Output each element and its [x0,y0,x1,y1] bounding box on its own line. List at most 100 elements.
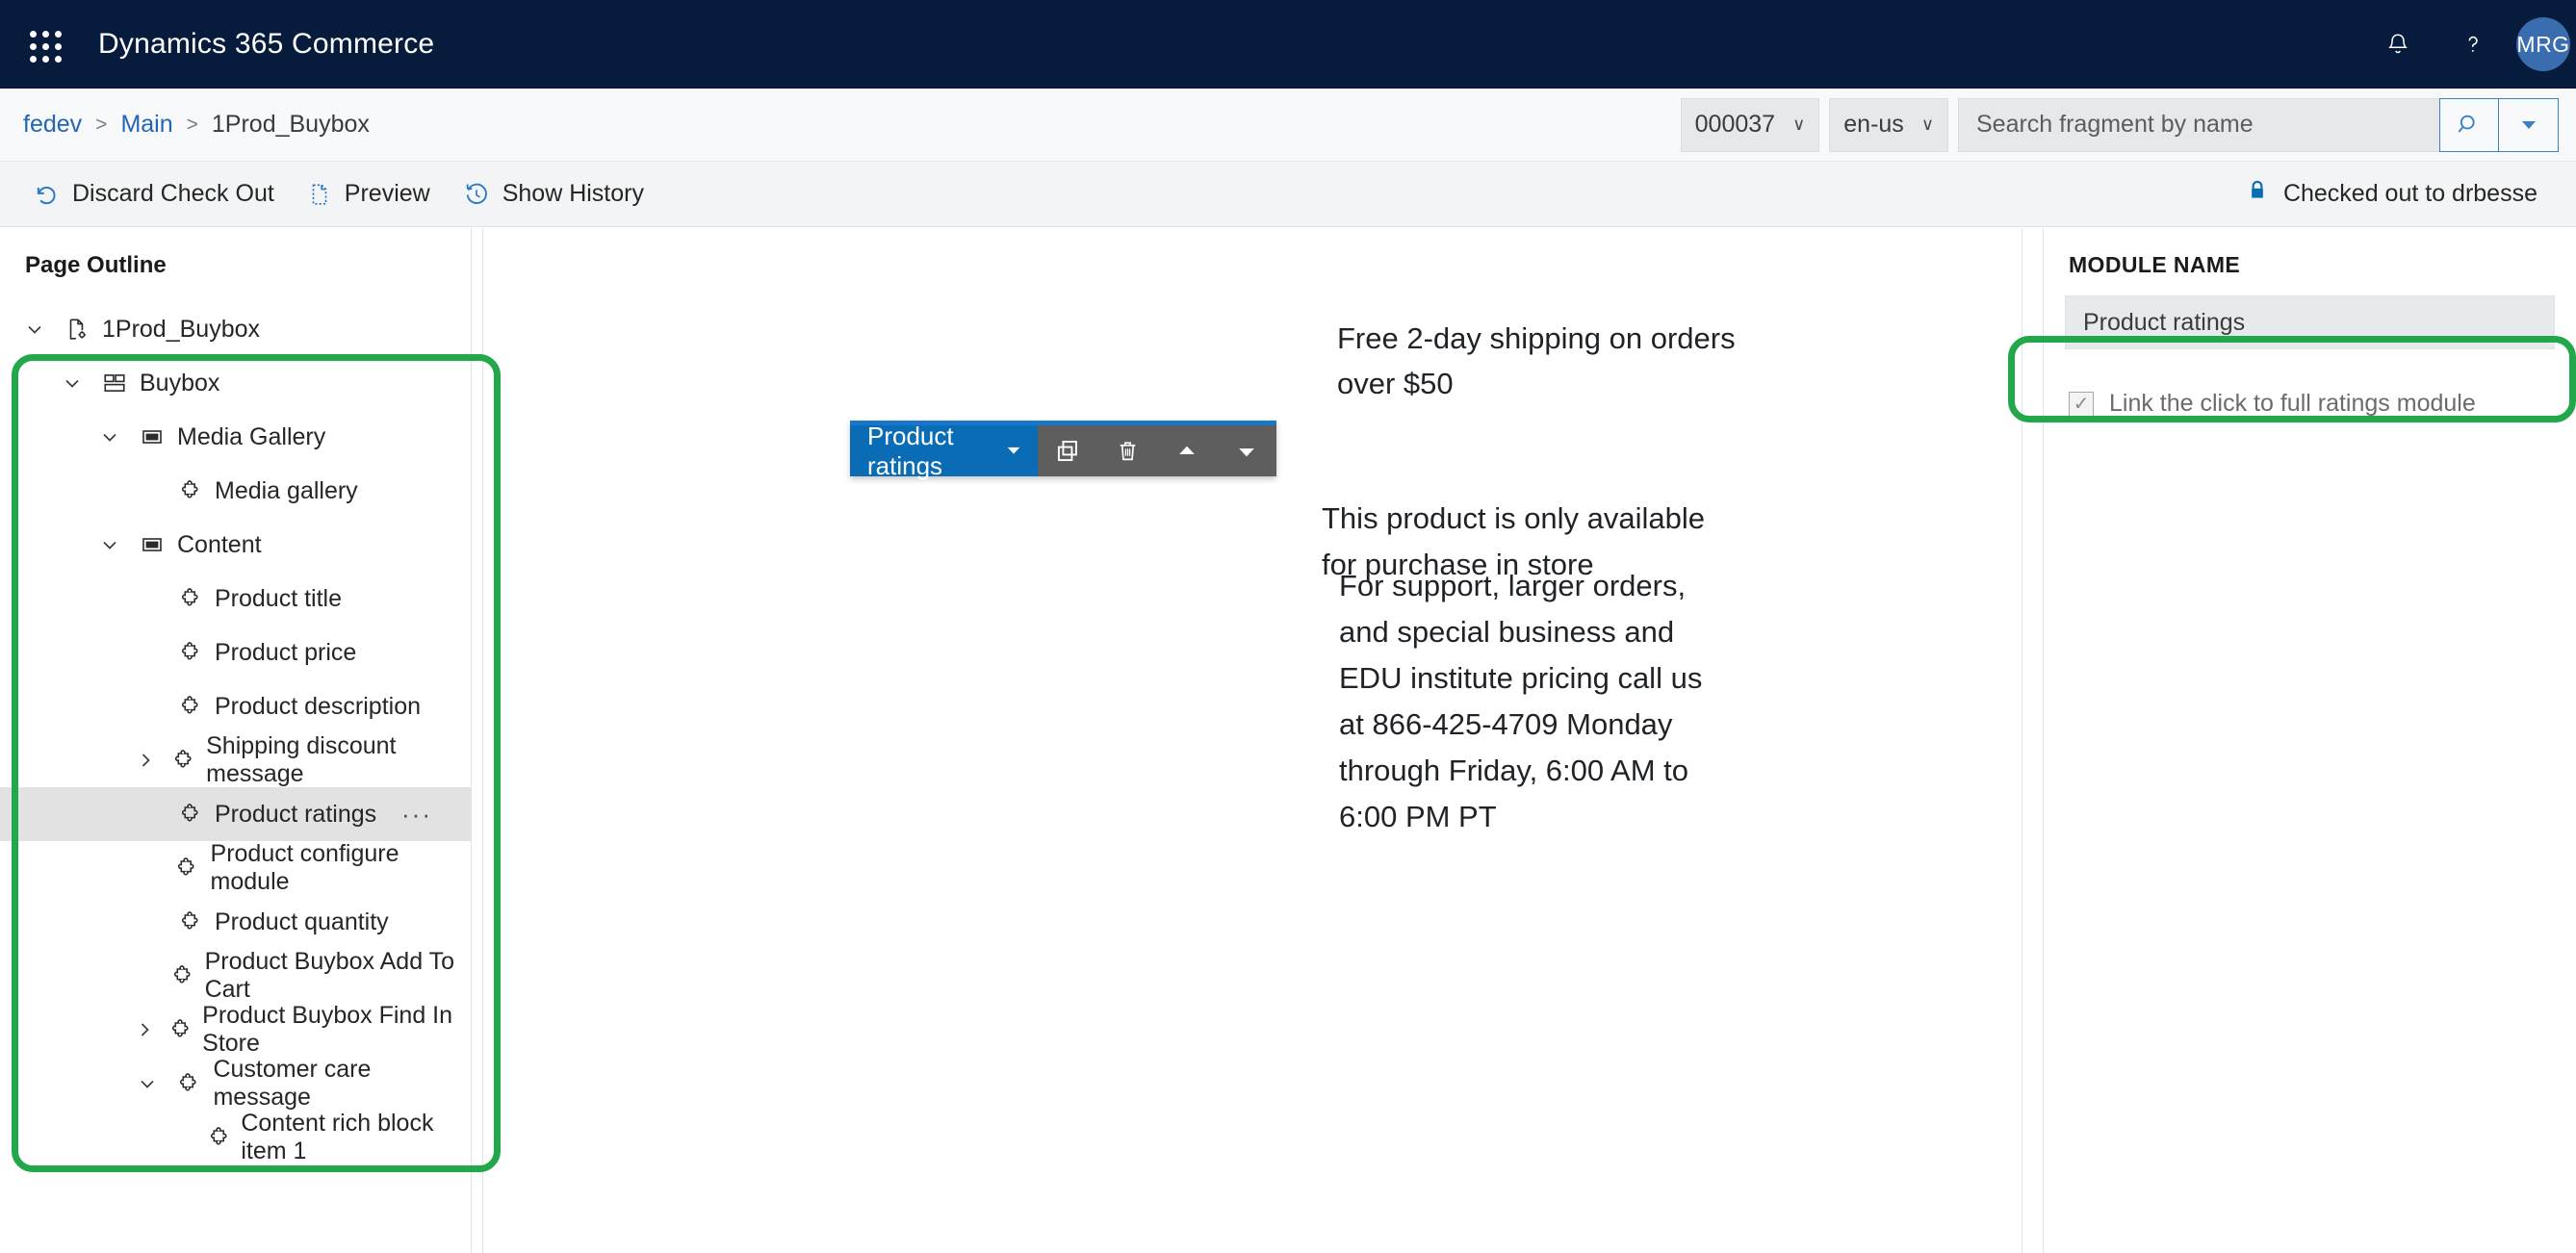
breadcrumb-separator: > [95,113,108,136]
outline-node-label: Customer care message [213,1056,372,1111]
locale-value: en-us [1843,111,1904,138]
chevron-down-icon: ∨ [1792,115,1806,134]
module-puzzle-icon [164,963,201,988]
outline-node-content[interactable]: Content [0,518,471,572]
outline-node-label: Media Gallery [177,422,326,450]
module-puzzle-icon [168,694,211,719]
outline-node-1prod-buybox[interactable]: 1Prod_Buybox [0,302,471,356]
module-puzzle-icon [165,748,203,773]
chevron-right-icon[interactable] [126,1018,163,1041]
version-value: 000037 [1694,111,1776,138]
show-history-button[interactable]: Show History [463,180,644,208]
chevron-down-icon[interactable] [51,371,93,395]
bell-icon[interactable] [2360,0,2435,89]
app-launcher-icon[interactable] [21,22,65,66]
link-click-checkbox-row[interactable]: ✓ Link the click to full ratings module [2069,390,2576,418]
customer-care-message[interactable]: For support, larger orders, and special … [1339,563,1710,840]
checkout-status: Checked out to drbesse [2245,177,2537,211]
page-canvas[interactable]: Free 2-day shipping on orders over $50 P… [484,228,2022,1253]
module-puzzle-icon [168,478,211,503]
shipping-discount-message[interactable]: Free 2-day shipping on orders over $50 [1337,317,1741,406]
outline-node-customer-care-message[interactable]: Customer care message [0,1056,471,1111]
checkout-status-label: Checked out to drbesse [2282,180,2537,207]
search-input[interactable] [1974,110,2424,140]
module-puzzle-icon [168,909,211,934]
chevron-down-icon[interactable] [13,318,56,341]
outline-node-label: 1Prod_Buybox [102,315,261,343]
module-name-label: MODULE NAME [2069,252,2241,277]
breadcrumb-item-fedev[interactable]: fedev [23,111,82,139]
outline-node-label: Buybox [140,369,220,396]
history-clock-icon [463,181,490,208]
outline-node-label: Media gallery [215,476,358,504]
breadcrumb-item-main[interactable]: Main [120,111,172,139]
discard-check-out-button[interactable]: Discard Check Out [33,180,274,208]
delete-module-button[interactable] [1097,425,1157,476]
module-puzzle-icon [163,1017,199,1042]
page-outline-pane: Page Outline 1Prod_Buybox Buybox Media Gal… [0,228,472,1253]
outline-node-label: Product Buybox Add To Cart [204,948,454,1003]
preview-button[interactable]: Preview [307,180,430,208]
canvas-stage: Free 2-day shipping on orders over $50 P… [484,228,2022,1253]
chevron-right-icon[interactable] [126,749,165,772]
outline-node-media-gallery[interactable]: Media Gallery [0,410,471,464]
outline-node-label: Shipping discount message [206,732,397,787]
module-toolbar-label: Product ratings [867,421,954,480]
outline-node-label: Product quantity [215,908,389,935]
outline-node-label: Product Buybox Find In Store [202,1002,453,1057]
app-title: Dynamics 365 Commerce [98,28,435,60]
module-puzzle-icon [168,586,211,611]
outline-node-product-price[interactable]: Product price [0,626,471,679]
move-up-button[interactable] [1157,425,1217,476]
outline-node-shipping-discount-message[interactable]: Shipping discount message [0,732,471,787]
module-properties-pane: MODULE NAME Product ratings ✓ Link the c… [2043,228,2576,1253]
page-outline-title: Page Outline [25,252,167,278]
discard-check-out-label: Discard Check Out [72,180,274,207]
outline-node-product-buybox-add-to-cart[interactable]: Product Buybox Add To Cart [0,948,471,1003]
app-header-actions: MRG [2360,0,2576,89]
outline-node-product-ratings[interactable]: Product ratings ··· [0,787,471,841]
command-bar: Discard Check Out Preview Show History C… [0,162,2576,227]
outline-node-media-gallery[interactable]: Media gallery [0,464,471,518]
chevron-down-icon[interactable] [126,1072,167,1095]
version-dropdown[interactable]: 000037 ∨ [1680,97,1820,152]
outline-node-label: Product price [215,638,357,666]
search-button[interactable] [2439,97,2499,152]
page-preview-icon [307,181,332,208]
outline-node-product-title[interactable]: Product title [0,572,471,626]
app-header: Dynamics 365 Commerce MRG [0,0,2576,89]
move-down-button[interactable] [1217,425,1276,476]
question-mark-icon[interactable] [2435,0,2511,89]
outline-node-buybox[interactable]: Buybox [0,356,471,410]
module-toolbar-dropdown[interactable]: Product ratings [850,422,1038,480]
search-options-button[interactable] [2499,97,2559,152]
outline-node-label: Content [177,530,262,558]
layout-grid-icon [93,371,136,396]
lock-icon [2245,177,2270,211]
chevron-down-icon[interactable] [89,533,131,556]
breadcrumb-item-current: 1Prod_Buybox [211,111,370,138]
container-icon [131,425,173,448]
outline-node-label: Product description [215,692,422,720]
avatar[interactable]: MRG [2516,17,2570,71]
duplicate-module-button[interactable] [1038,425,1097,476]
module-name-value: Product ratings [2083,308,2246,336]
locale-dropdown[interactable]: en-us ∨ [1829,97,1948,152]
outline-node-label: Product title [215,584,343,612]
outline-node-overflow-button[interactable]: ··· [401,800,432,830]
chevron-down-icon[interactable] [89,425,131,448]
module-name-field[interactable]: Product ratings [2065,295,2555,349]
chevron-down-icon: ∨ [1920,115,1934,134]
module-puzzle-icon [168,640,211,665]
header-controls: 000037 ∨ en-us ∨ [1680,97,2559,152]
fragment-search [1958,97,2559,152]
outline-node-content-rich-block-item-1[interactable]: Content rich block item 1 [0,1110,471,1164]
outline-node-product-description[interactable]: Product description [0,679,471,733]
checkbox-checked-icon[interactable]: ✓ [2069,391,2094,417]
outline-node-product-configure-module[interactable]: Product configure module [0,840,471,895]
outline-node-product-quantity[interactable]: Product quantity [0,895,471,949]
link-click-checkbox-label: Link the click to full ratings module [2109,390,2476,417]
container-icon [131,533,173,556]
outline-node-product-buybox-find-in-store[interactable]: Product Buybox Find In Store [0,1002,471,1057]
module-puzzle-icon [167,856,207,881]
